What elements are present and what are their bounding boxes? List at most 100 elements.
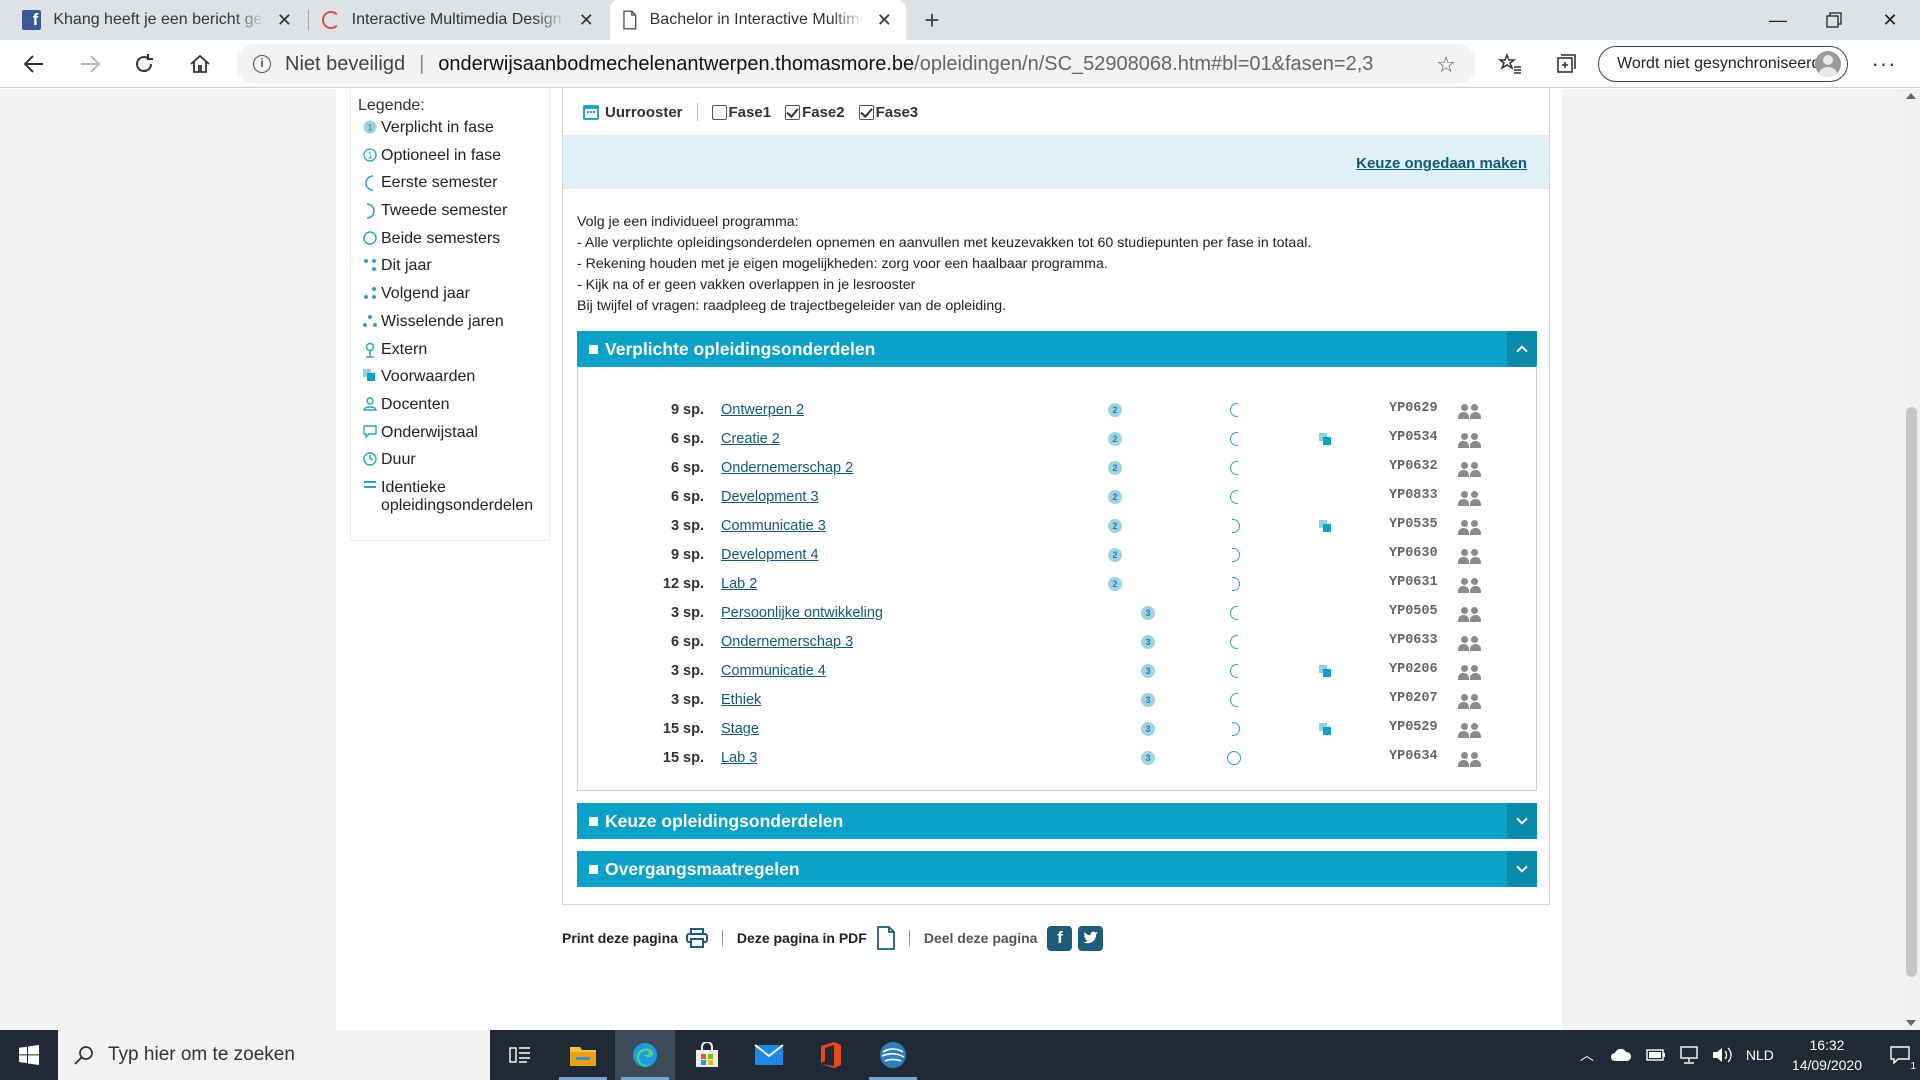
conditions-icon[interactable]	[1319, 665, 1331, 677]
course-link[interactable]: Lab 2	[721, 576, 757, 592]
printer-icon[interactable]	[685, 928, 708, 948]
course-link[interactable]: Development 3	[721, 489, 819, 505]
course-link[interactable]: Ondernemerschap 3	[721, 634, 853, 650]
address-bar[interactable]: i Niet beveiligd | onderwijsaanbodmechel…	[236, 44, 1476, 84]
taskbar-search-input[interactable]: Typ hier om te zoeken	[58, 1030, 490, 1080]
input-language[interactable]: NLD	[1746, 1047, 1774, 1063]
tab-facebook[interactable]: f Khang heeft je een bericht gestuurd ✕	[10, 0, 306, 40]
battery-icon[interactable]	[1646, 1048, 1666, 1062]
close-tab-icon[interactable]: ✕	[576, 10, 596, 31]
close-tab-icon[interactable]: ✕	[874, 10, 894, 31]
sync-status-button[interactable]: Wordt niet gesynchroniseerd	[1598, 46, 1848, 82]
language-icon	[358, 424, 381, 439]
home-icon[interactable]	[182, 48, 218, 80]
windows-start-icon[interactable]	[0, 1030, 58, 1080]
facebook-share-icon[interactable]: f	[1047, 925, 1073, 951]
teachers-icon[interactable]	[1458, 491, 1482, 506]
course-link[interactable]: Development 4	[721, 547, 819, 563]
course-link[interactable]: Stage	[721, 721, 759, 737]
course-link[interactable]: Communicatie 3	[721, 518, 826, 534]
chevron-up-icon[interactable]	[1507, 331, 1537, 367]
course-row: 6 sp. Development 3 2 YP0833	[578, 483, 1536, 512]
action-center-icon[interactable]: 1	[1880, 1030, 1920, 1080]
tab-bachelor-active[interactable]: Bachelor in Interactive Multimedia Desig…	[610, 0, 906, 40]
scroll-down-icon[interactable]	[1906, 1020, 1916, 1026]
course-row: 6 sp. Creatie 2 2 YP0534	[578, 425, 1536, 454]
restore-icon[interactable]	[1806, 0, 1862, 40]
show-hidden-icons-icon[interactable]: ︿	[1580, 1045, 1594, 1065]
reset-choice-link[interactable]: Keuze ongedaan maken	[1356, 155, 1527, 172]
collections-icon[interactable]	[1548, 48, 1584, 80]
vpn-app-icon[interactable]	[863, 1030, 923, 1080]
course-link[interactable]: Ontwerpen 2	[721, 402, 804, 418]
fase1-checkbox[interactable]	[711, 104, 727, 120]
conditions-icon[interactable]	[1319, 433, 1331, 445]
print-link[interactable]: Print deze pagina	[562, 930, 678, 946]
more-menu-icon[interactable]: ···	[1866, 48, 1902, 80]
course-link[interactable]: Ondernemerschap 2	[721, 460, 853, 476]
teachers-icon[interactable]	[1458, 520, 1482, 535]
fase1-label[interactable]: Fase1	[729, 104, 772, 121]
timetable-link[interactable]: Uurrooster	[605, 104, 683, 121]
teachers-icon[interactable]	[1458, 665, 1482, 680]
teachers-icon[interactable]	[1458, 723, 1482, 738]
close-tab-icon[interactable]: ✕	[275, 10, 294, 31]
office-icon[interactable]	[801, 1030, 861, 1080]
chevron-down-icon[interactable]	[1507, 803, 1537, 839]
section-mandatory-header[interactable]: Verplichte opleidingsonderdelen	[577, 331, 1537, 367]
pdf-document-icon[interactable]	[876, 926, 895, 950]
vertical-scrollbar[interactable]	[1902, 89, 1920, 1030]
teachers-icon[interactable]	[1458, 636, 1482, 651]
clock[interactable]: 16:32 14/09/2020	[1792, 1035, 1862, 1075]
teachers-icon[interactable]	[1458, 433, 1482, 448]
footer-divider	[721, 930, 723, 946]
teachers-icon[interactable]	[1458, 462, 1482, 477]
conditions-icon[interactable]	[1319, 723, 1331, 735]
course-link[interactable]: Creatie 2	[721, 431, 780, 447]
course-link[interactable]: Ethiek	[721, 692, 761, 708]
file-explorer-icon[interactable]	[553, 1030, 613, 1080]
close-window-icon[interactable]: ✕	[1862, 0, 1918, 40]
new-tab-button[interactable]: +	[916, 4, 948, 36]
scroll-thumb[interactable]	[1906, 407, 1917, 977]
section-elective-header[interactable]: Keuze opleidingsonderdelen	[577, 803, 1537, 839]
legend-item: Dit jaar	[358, 257, 542, 285]
fase2-label[interactable]: Fase2	[802, 104, 845, 121]
teachers-icon[interactable]	[1458, 752, 1482, 767]
teachers-icon[interactable]	[1458, 607, 1482, 622]
favorite-star-icon[interactable]: ☆	[1436, 52, 1456, 78]
info-icon[interactable]: i	[253, 55, 271, 73]
tab-thomasmore-program[interactable]: Interactive Multimedia Design | Thomas M…	[310, 0, 608, 40]
mandatory-phase-icon: 2	[1108, 403, 1122, 417]
mail-icon[interactable]	[739, 1030, 799, 1080]
fase3-checkbox[interactable]	[858, 104, 874, 120]
fase3-label[interactable]: Fase3	[876, 104, 919, 121]
course-credits: 6 sp.	[670, 489, 704, 505]
twitter-share-icon[interactable]	[1078, 925, 1104, 951]
favorites-icon[interactable]	[1492, 48, 1528, 80]
legend-label: Verplicht in fase	[381, 119, 494, 136]
chevron-down-icon[interactable]	[1507, 851, 1537, 887]
fase2-checkbox[interactable]	[785, 104, 801, 120]
course-link[interactable]: Persoonlijke ontwikkeling	[721, 605, 883, 621]
task-view-icon[interactable]	[490, 1030, 550, 1080]
refresh-icon[interactable]	[126, 48, 162, 80]
volume-icon[interactable]	[1712, 1046, 1732, 1064]
teachers-icon[interactable]	[1458, 549, 1482, 564]
store-icon[interactable]	[677, 1030, 737, 1080]
network-icon[interactable]	[1678, 1046, 1700, 1064]
course-link[interactable]: Communicatie 4	[721, 663, 826, 679]
teachers-icon[interactable]	[1458, 404, 1482, 419]
edge-browser-icon[interactable]	[615, 1030, 675, 1080]
minimize-icon[interactable]: —	[1750, 0, 1806, 40]
pdf-link[interactable]: Deze pagina in PDF	[737, 930, 867, 946]
course-link[interactable]: Lab 3	[721, 750, 757, 766]
scroll-up-icon[interactable]	[1906, 93, 1916, 99]
forward-icon[interactable]	[72, 48, 108, 80]
teachers-icon[interactable]	[1458, 578, 1482, 593]
onedrive-icon[interactable]	[1610, 1048, 1632, 1062]
teachers-icon[interactable]	[1458, 694, 1482, 709]
back-icon[interactable]	[16, 48, 52, 80]
section-transition-header[interactable]: Overgangsmaatregelen	[577, 851, 1537, 887]
conditions-icon[interactable]	[1319, 520, 1331, 532]
